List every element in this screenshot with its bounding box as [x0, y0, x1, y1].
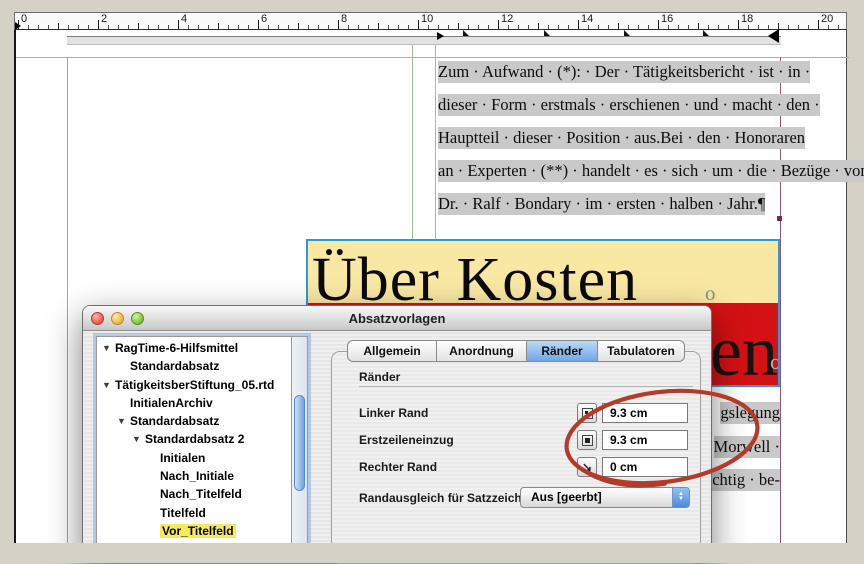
field-label-randausgleich: Randausgleich für Satzzeichen — [359, 491, 536, 505]
linker-rand-input[interactable]: 9.3 cm — [602, 403, 688, 423]
first-line-indent-icon-button[interactable] — [577, 430, 597, 450]
tree-item[interactable]: Nach_Initiale — [97, 468, 291, 486]
tree-item[interactable]: Standardabsatz — [97, 358, 291, 376]
list-scrollbar[interactable] — [292, 336, 308, 546]
overflow-marker-icon: o — [770, 349, 778, 375]
popup-value: Aus [geerbt] — [531, 490, 602, 504]
tab-anordnung[interactable]: Anordnung — [436, 340, 527, 362]
right-margin-icon-button[interactable]: ↘ — [577, 457, 597, 477]
overflow-marker-icon: o — [705, 281, 716, 303]
ruler-number: 20 — [821, 13, 833, 25]
headline-text-partial: en — [710, 315, 778, 385]
ruler-number: 2 — [101, 13, 107, 25]
style-tree[interactable]: ▼RagTime-6-Hilfsmittel Standardabsatz ▼T… — [96, 336, 292, 546]
ruler-origin-marker — [15, 22, 21, 30]
diagonal-arrow-icon: ↘ — [582, 461, 592, 473]
ruler-number: 8 — [341, 13, 347, 25]
tab-raender[interactable]: Ränder — [526, 340, 598, 362]
dialog-tabs: Allgemein Anordnung Ränder Tabulatoren — [347, 340, 685, 362]
margin-guide-horizontal — [16, 57, 849, 58]
field-label-erstzeileneinzug: Erstzeileneinzug — [359, 433, 454, 447]
headline-yellow-band[interactable]: Über Kosten o — [308, 241, 778, 303]
tab-stop-marker[interactable] — [463, 30, 469, 36]
tab-stop-marker[interactable] — [544, 30, 550, 36]
first-line-indent-marker[interactable] — [437, 32, 444, 40]
screen: 0 2 4 6 8 10 12 14 16 18 20 Zum · Aufwan… — [0, 0, 864, 563]
text-frame-tab-ruler — [67, 36, 781, 45]
tree-item[interactable]: ▼Standardabsatz 2 — [97, 431, 291, 449]
tab-stop-marker[interactable] — [703, 30, 709, 36]
desktop-strip — [0, 543, 864, 563]
ruler-number: 4 — [181, 13, 187, 25]
tree-item-selected[interactable]: Vor_Titelfeld — [97, 523, 291, 541]
tab-tabulatoren[interactable]: Tabulatoren — [597, 340, 685, 362]
tab-allgemein[interactable]: Allgemein — [347, 340, 437, 362]
tree-item[interactable]: ▼TätigkeitsberStiftung_05.rtd — [97, 377, 291, 395]
erstzeileneinzug-input[interactable]: 9.3 cm — [602, 430, 688, 450]
dialog-title: Absatzvorlagen — [83, 311, 711, 326]
document-text-line[interactable]: Hauptteil · dieser · Position · aus.Bei … — [438, 128, 781, 154]
absatzvorlagen-dialog: Absatzvorlagen ▼RagTime-6-Hilfsmittel St… — [82, 305, 712, 563]
disclosure-triangle-icon[interactable]: ▼ — [102, 380, 111, 390]
style-list: ▼RagTime-6-Hilfsmittel Standardabsatz ▼T… — [96, 336, 308, 546]
section-divider — [359, 386, 693, 387]
tree-item[interactable]: Initialen — [97, 450, 291, 468]
horizontal-ruler: 0 2 4 6 8 10 12 14 16 18 20 — [14, 12, 847, 30]
tree-item[interactable]: ▼Standardabsatz — [97, 413, 291, 431]
field-label-linker-rand: Linker Rand — [359, 406, 428, 420]
document-text-line[interactable]: Zum · Aufwand · (*): · Der · Tätigkeitsb… — [438, 62, 781, 88]
rechter-rand-input[interactable]: 0 cm — [602, 457, 688, 477]
field-label-rechter-rand: Rechter Rand — [359, 460, 437, 474]
ruler-number: 18 — [741, 13, 753, 25]
ruler-number: 6 — [261, 13, 267, 25]
right-margin-marker[interactable] — [768, 29, 779, 43]
headline-text: Über Kosten — [312, 249, 638, 303]
ruler-number: 10 — [421, 13, 433, 25]
document-text-line[interactable]: Dr. · Ralf · Bondary · im · ersten · hal… — [438, 194, 781, 220]
disclosure-triangle-icon[interactable]: ▼ — [132, 434, 141, 444]
randausgleich-popup[interactable]: Aus [geerbt] ▲▼ — [520, 487, 690, 508]
disclosure-triangle-icon[interactable]: ▼ — [102, 343, 111, 353]
square-corner-icon — [582, 408, 593, 419]
document-text-line[interactable]: an · Experten · (**) · handelt · es · si… — [438, 161, 781, 187]
ruler-number: 0 — [21, 13, 27, 25]
dialog-titlebar[interactable]: Absatzvorlagen — [83, 306, 711, 331]
square-center-icon — [582, 435, 593, 446]
margin-guide-vertical — [67, 57, 68, 543]
left-margin-icon-button[interactable] — [577, 403, 597, 423]
tab-stop-marker[interactable] — [624, 30, 630, 36]
ruler-number: 12 — [501, 13, 513, 25]
tree-item[interactable]: InitialenArchiv — [97, 395, 291, 413]
disclosure-triangle-icon[interactable]: ▼ — [117, 416, 126, 426]
popup-stepper-icon: ▲▼ — [672, 488, 689, 507]
ruler-number: 16 — [661, 13, 673, 25]
tree-item[interactable]: ▼RagTime-6-Hilfsmittel — [97, 340, 291, 358]
tree-item[interactable]: Titelfeld — [97, 505, 291, 523]
tree-item[interactable]: Nach_Titelfeld — [97, 486, 291, 504]
document-text-line[interactable]: dieser · Form · erstmals · erschienen · … — [438, 95, 781, 121]
scrollbar-thumb[interactable] — [294, 395, 305, 491]
section-title: Ränder — [359, 370, 400, 384]
ruler-number: 14 — [581, 13, 593, 25]
